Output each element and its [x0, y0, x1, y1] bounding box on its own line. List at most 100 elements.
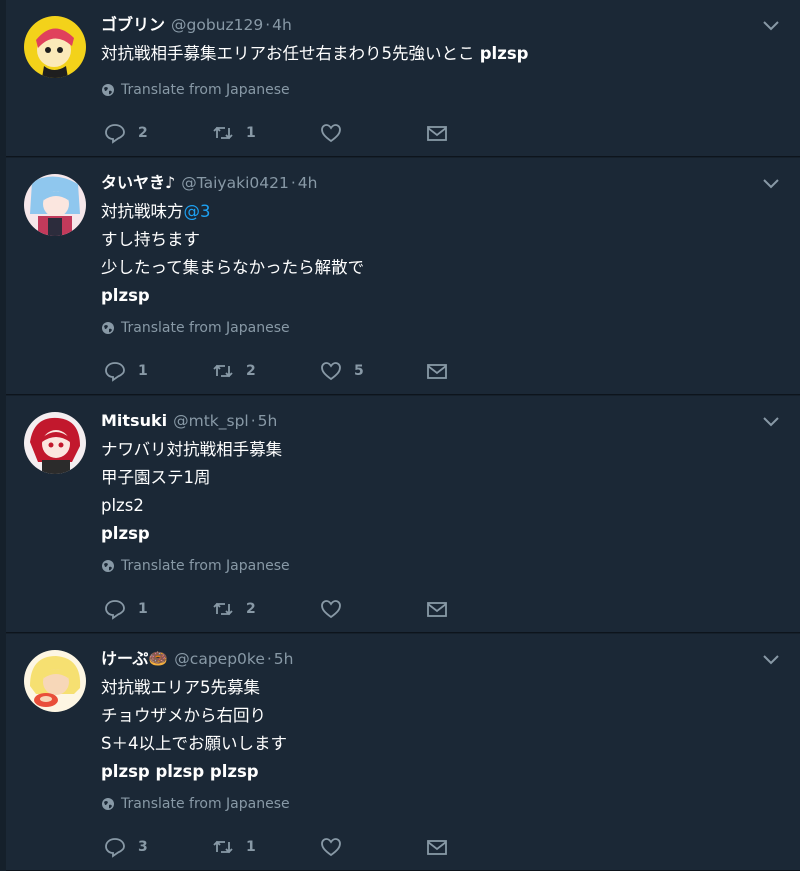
translate-link[interactable]: Translate from Japanese: [101, 795, 290, 813]
avatar[interactable]: [24, 174, 86, 236]
like-button[interactable]: 5: [320, 359, 364, 383]
separator-dot: ·: [250, 412, 256, 430]
envelope-icon: [427, 126, 447, 141]
separator-dot: ·: [265, 16, 271, 34]
envelope-icon: [427, 364, 447, 379]
retweet-count: 2: [246, 363, 256, 379]
retweet-button[interactable]: 2: [212, 597, 256, 621]
retweet-button[interactable]: 1: [212, 121, 256, 145]
user-handle[interactable]: @Taiyaki0421: [181, 174, 289, 192]
tweet-text-line: チョウザメから右回り: [101, 706, 266, 725]
direct-message-button[interactable]: [426, 121, 448, 145]
like-button[interactable]: [320, 121, 354, 145]
chevron-down-icon[interactable]: [762, 414, 780, 428]
reply-button[interactable]: 2: [104, 121, 148, 145]
mention-link[interactable]: @3: [184, 202, 211, 221]
tweet[interactable]: タいヤき♪ @Taiyaki0421 · 4h 対抗戦味方@3 すし持ちます 少したっ…: [6, 158, 800, 395]
heart-icon: [321, 362, 341, 381]
tweet-text-line: 対抗戦味方: [101, 202, 184, 221]
like-button[interactable]: [320, 597, 354, 621]
tweet-text-line: ナワバリ対抗戦相手募集: [101, 440, 283, 459]
retweet-icon: [213, 126, 233, 140]
avatar[interactable]: [24, 16, 86, 78]
tweet-header: ゴブリン @gobuz129 · 4h: [101, 14, 292, 36]
avatar-image: [24, 16, 86, 78]
tweet-header: タいヤき♪ @Taiyaki0421 · 4h: [101, 172, 317, 194]
tweet[interactable]: けーぷ🍩 @capep0ke · 5h 対抗戦エリア5先募集 チョウザメから右回り S…: [6, 634, 800, 871]
tweet-text-line: 対抗戦エリア5先募集: [101, 678, 260, 697]
tweet-text-line: すし持ちます: [101, 230, 200, 249]
user-handle[interactable]: @capep0ke: [174, 650, 265, 668]
tweet-text-line: S＋4以上でお願いします: [101, 734, 287, 753]
heart-icon: [321, 600, 341, 619]
tweet-text: ナワバリ対抗戦相手募集 甲子園ステ1周 plzs2 plzsp: [101, 436, 282, 548]
tweet-actions: 1 2 5: [104, 359, 464, 383]
chevron-down-icon[interactable]: [762, 652, 780, 666]
tweet-text: 対抗戦味方@3 すし持ちます 少したって集まらなかったら解散で plzsp: [101, 198, 364, 310]
hashtag[interactable]: plzsp: [101, 282, 364, 310]
display-name[interactable]: タいヤき♪: [101, 173, 175, 192]
hashtag[interactable]: plzsp plzsp plzsp: [101, 758, 287, 786]
heart-icon: [321, 838, 341, 857]
avatar-image: [24, 650, 86, 712]
retweet-icon: [213, 602, 233, 616]
avatar-image: [24, 174, 86, 236]
timestamp[interactable]: 4h: [298, 174, 318, 192]
retweet-count: 1: [246, 125, 256, 141]
like-button[interactable]: [320, 835, 354, 859]
chevron-down-icon[interactable]: [762, 18, 780, 32]
direct-message-button[interactable]: [426, 359, 448, 383]
translate-label: Translate from Japanese: [121, 796, 290, 812]
timestamp[interactable]: 5h: [274, 650, 294, 668]
avatar[interactable]: [24, 650, 86, 712]
display-name[interactable]: Mitsuki: [101, 411, 167, 430]
reply-button[interactable]: 1: [104, 597, 148, 621]
retweet-count: 2: [246, 601, 256, 617]
reply-count: 2: [138, 125, 148, 141]
timestamp[interactable]: 4h: [272, 16, 292, 34]
translate-link[interactable]: Translate from Japanese: [101, 81, 290, 99]
tweet-text-line: plzs2: [101, 496, 144, 515]
timeline: ゴブリン @gobuz129 · 4h 対抗戦相手募集エリアお任せ右まわり5先強いとこ…: [0, 0, 800, 871]
reply-icon: [105, 600, 125, 620]
hashtag[interactable]: plzsp: [101, 520, 282, 548]
tweet-actions: 1 2: [104, 597, 464, 621]
reply-count: 1: [138, 601, 148, 617]
tweet[interactable]: ゴブリン @gobuz129 · 4h 対抗戦相手募集エリアお任せ右まわり5先強いとこ…: [6, 0, 800, 157]
translate-label: Translate from Japanese: [121, 82, 290, 98]
translate-link[interactable]: Translate from Japanese: [101, 319, 290, 337]
retweet-button[interactable]: 1: [212, 835, 256, 859]
tweet[interactable]: Mitsuki @mtk_spl · 5h ナワバリ対抗戦相手募集 甲子園ステ1周 p…: [6, 396, 800, 633]
tweet-text-line: 少したって集まらなかったら解散で: [101, 258, 365, 277]
tweet-text-line: 対抗戦相手募集エリアお任せ右まわり5先強いとこ: [101, 44, 480, 63]
user-handle[interactable]: @mtk_spl: [173, 412, 249, 430]
retweet-icon: [213, 364, 233, 378]
like-count: 5: [354, 363, 364, 379]
display-name[interactable]: ゴブリン: [101, 15, 165, 34]
chevron-down-icon[interactable]: [762, 176, 780, 190]
globe-icon: [102, 322, 114, 334]
retweet-button[interactable]: 2: [212, 359, 256, 383]
reply-icon: [105, 838, 125, 858]
direct-message-button[interactable]: [426, 835, 448, 859]
user-handle[interactable]: @gobuz129: [171, 16, 263, 34]
hashtag[interactable]: plzsp: [480, 44, 529, 63]
avatar-image: [24, 412, 86, 474]
translate-link[interactable]: Translate from Japanese: [101, 557, 290, 575]
heart-icon: [321, 124, 341, 143]
reply-icon: [105, 124, 125, 144]
reply-button[interactable]: 3: [104, 835, 148, 859]
reply-button[interactable]: 1: [104, 359, 148, 383]
tweet-actions: 2 1: [104, 121, 464, 145]
envelope-icon: [427, 602, 447, 617]
tweet-header: Mitsuki @mtk_spl · 5h: [101, 410, 277, 432]
tweet-text: 対抗戦相手募集エリアお任せ右まわり5先強いとこ plzsp: [101, 40, 528, 68]
display-name[interactable]: けーぷ🍩: [101, 649, 168, 668]
reply-count: 1: [138, 363, 148, 379]
avatar[interactable]: [24, 412, 86, 474]
reply-icon: [105, 362, 125, 382]
timestamp[interactable]: 5h: [258, 412, 278, 430]
direct-message-button[interactable]: [426, 597, 448, 621]
translate-label: Translate from Japanese: [121, 558, 290, 574]
separator-dot: ·: [290, 174, 296, 192]
